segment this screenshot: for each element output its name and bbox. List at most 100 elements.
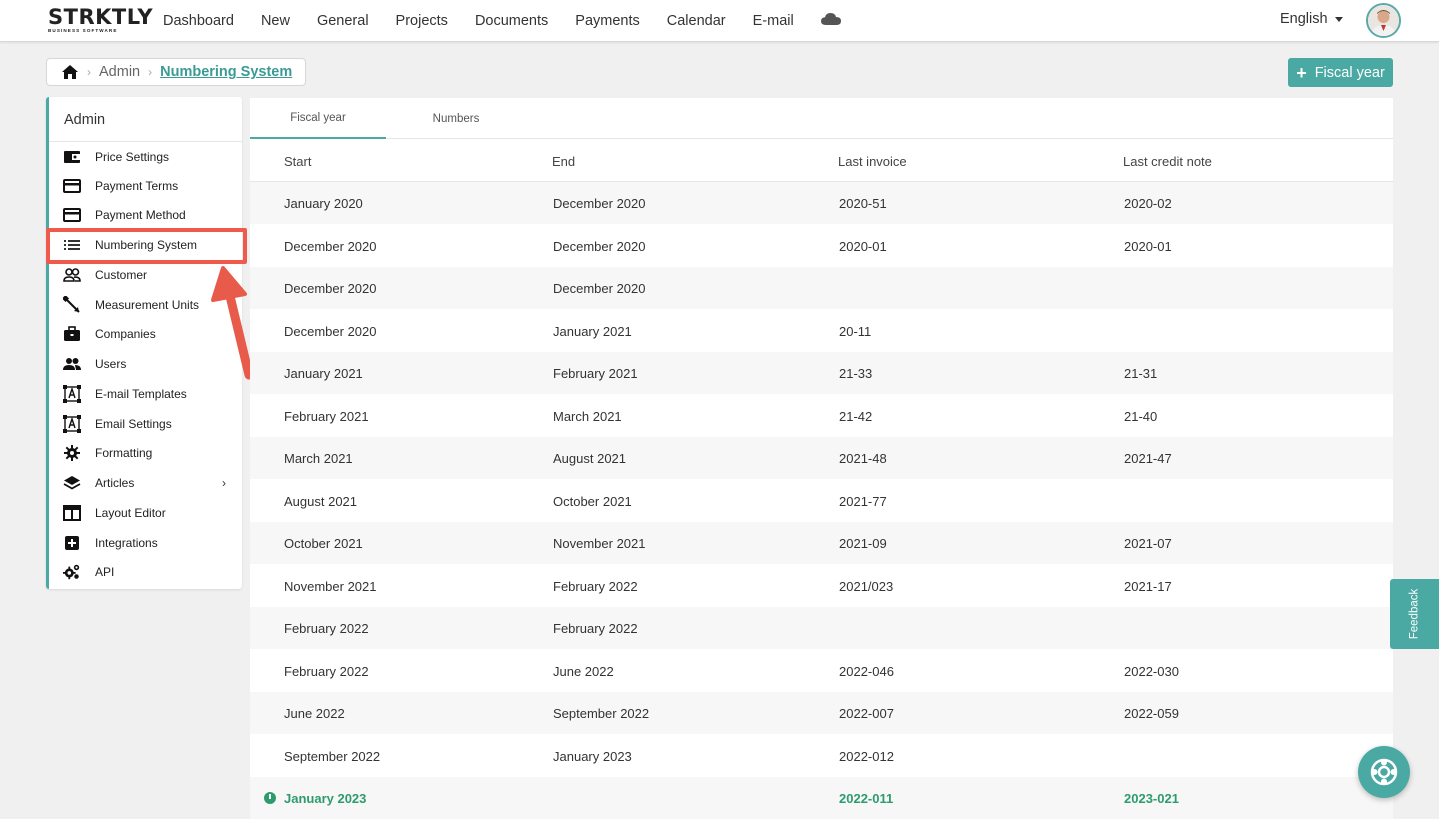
column-header-end[interactable]: End	[552, 154, 575, 169]
nav-general[interactable]: General	[317, 13, 369, 29]
cell-start: February 2022	[284, 621, 369, 636]
cell-last-credit-note: 21-31	[1124, 366, 1158, 381]
cell-last-invoice: 2021-48	[839, 451, 887, 466]
plus-box-icon	[63, 534, 81, 552]
sidebar-item-label: Measurement Units	[95, 298, 200, 312]
sidebar-item-email-settings[interactable]: Email Settings	[49, 409, 242, 439]
sidebar-item-layout-editor[interactable]: Layout Editor	[49, 498, 242, 528]
table-row[interactable]: February 2022 February 2022	[250, 607, 1393, 649]
column-header-last-credit-note[interactable]: Last credit note	[1123, 154, 1212, 169]
table-row-current[interactable]: January 2023 2022-011 2023-021	[250, 777, 1393, 819]
table-row[interactable]: January 2020 December 2020 2020-51 2020-…	[250, 182, 1393, 224]
cell-last-invoice: 21-33	[839, 366, 873, 381]
avatar[interactable]	[1366, 3, 1401, 38]
table-row[interactable]: October 2021 November 2021 2021-09 2021-…	[250, 522, 1393, 564]
table-row[interactable]: December 2020 December 2020 2020-01 2020…	[250, 225, 1393, 267]
tab-fiscal-year[interactable]: Fiscal year	[250, 98, 386, 139]
tab-numbers[interactable]: Numbers	[386, 98, 526, 139]
logo-name: STRKTLY	[48, 5, 154, 29]
cell-start: August 2021	[284, 494, 358, 509]
tab-bar: Fiscal year Numbers	[250, 98, 1393, 139]
column-header-last-invoice[interactable]: Last invoice	[838, 154, 907, 169]
table-row[interactable]: March 2021 August 2021 2021-48 2021-47	[250, 437, 1393, 479]
sidebar-item-label: Email Settings	[95, 417, 172, 431]
cell-last-invoice: 20-11	[839, 324, 872, 339]
table-row[interactable]: June 2022 September 2022 2022-007 2022-0…	[250, 692, 1393, 734]
cell-start: September 2022	[284, 749, 381, 764]
sidebar-item-api[interactable]: API	[49, 557, 242, 587]
table-row[interactable]: February 2022 June 2022 2022-046 2022-03…	[250, 650, 1393, 692]
cell-end: February 2021	[553, 366, 638, 381]
nav-projects[interactable]: Projects	[396, 13, 448, 29]
help-button[interactable]	[1358, 746, 1410, 798]
sidebar-item-label: Users	[95, 357, 127, 371]
cell-start: December 2020	[284, 239, 377, 254]
add-fiscal-year-button[interactable]: + Fiscal year	[1288, 58, 1393, 87]
cell-last-invoice: 2022-011	[839, 791, 894, 806]
layers-icon	[63, 474, 81, 492]
sidebar-item-numbering-system[interactable]: Numbering System	[49, 230, 242, 260]
users-icon	[63, 355, 81, 373]
table-row[interactable]: January 2021 February 2021 21-33 21-31	[250, 352, 1393, 394]
table-row[interactable]: November 2021 February 2022 2021/023 202…	[250, 565, 1393, 607]
sidebar-item-label: E-mail Templates	[95, 387, 187, 401]
home-icon[interactable]	[61, 64, 79, 80]
sidebar-item-payment-method[interactable]: Payment Method	[49, 200, 242, 230]
table-row[interactable]: December 2020 December 2020	[250, 267, 1393, 309]
cell-start: December 2020	[284, 281, 377, 296]
cell-end: December 2020	[553, 281, 646, 296]
sidebar-item-label: Formatting	[95, 446, 153, 460]
cell-start: March 2021	[284, 451, 353, 466]
feedback-tab[interactable]: Feedback	[1390, 579, 1439, 649]
table-row[interactable]: December 2020 January 2021 20-11	[250, 310, 1393, 352]
briefcase-icon	[63, 325, 81, 343]
nav-new[interactable]: New	[261, 13, 290, 29]
cell-start: February 2021	[284, 409, 369, 424]
cell-last-invoice: 2022-012	[839, 749, 894, 764]
people-outline-icon	[63, 266, 81, 284]
nav-dashboard[interactable]: Dashboard	[163, 13, 234, 29]
main-panel: Fiscal year Numbers Start End Last invoi…	[250, 98, 1393, 819]
sidebar-title: Admin	[49, 97, 242, 142]
text-frame-icon	[63, 385, 81, 403]
sidebar-item-integrations[interactable]: Integrations	[49, 528, 242, 558]
cloud-icon[interactable]	[820, 12, 841, 26]
cell-last-credit-note: 2022-030	[1124, 664, 1179, 679]
text-frame-icon	[63, 415, 81, 433]
breadcrumb-current[interactable]: Numbering System	[160, 64, 292, 80]
sidebar-item-formatting[interactable]: Formatting	[49, 438, 242, 468]
cell-start: January 2020	[284, 196, 363, 211]
chevron-right-icon: ›	[148, 65, 153, 79]
nav-calendar[interactable]: Calendar	[667, 13, 726, 29]
cell-end: February 2022	[553, 621, 638, 636]
column-header-start[interactable]: Start	[284, 154, 311, 169]
clock-icon	[264, 792, 276, 804]
language-selector[interactable]: English	[1280, 11, 1343, 27]
sidebar-item-label: Customer	[95, 268, 148, 282]
sidebar-item-articles[interactable]: Articles ›	[49, 468, 242, 498]
feedback-label: Feedback	[1408, 588, 1421, 640]
sidebar-item-price-settings[interactable]: Price Settings	[49, 142, 242, 172]
sidebar-item-payment-terms[interactable]: Payment Terms	[49, 171, 242, 201]
breadcrumb-admin[interactable]: Admin	[99, 64, 140, 80]
cell-last-invoice: 2021-09	[839, 536, 887, 551]
cell-start: January 2023	[284, 791, 367, 806]
cell-end: January 2021	[553, 324, 632, 339]
table-row[interactable]: February 2021 March 2021 21-42 21-40	[250, 395, 1393, 437]
cell-start: June 2022	[284, 706, 345, 721]
nav-documents[interactable]: Documents	[475, 13, 548, 29]
cell-last-credit-note: 2021-07	[1124, 536, 1172, 551]
chevron-right-icon: ›	[87, 65, 91, 79]
cell-end: January 2023	[553, 749, 632, 764]
cell-last-credit-note: 2023-021	[1124, 791, 1179, 806]
logo[interactable]: STRKTLY BUSINESS SOFTWARE	[48, 5, 154, 36]
nav-email[interactable]: E-mail	[753, 13, 794, 29]
sidebar-item-label: Numbering System	[95, 238, 198, 252]
cell-last-invoice: 2021/023	[839, 579, 894, 594]
table-row[interactable]: August 2021 October 2021 2021-77	[250, 480, 1393, 522]
cell-last-credit-note: 2021-17	[1124, 579, 1172, 594]
nav-payments[interactable]: Payments	[575, 13, 639, 29]
language-label: English	[1280, 11, 1328, 27]
table-row[interactable]: September 2022 January 2023 2022-012	[250, 735, 1393, 777]
sidebar-item-label: Price Settings	[95, 150, 170, 164]
